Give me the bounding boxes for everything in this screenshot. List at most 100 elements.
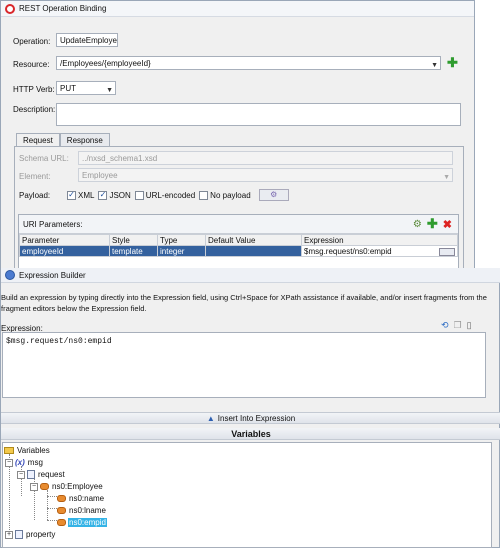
request-response-tabs: Request Response	[16, 133, 110, 147]
oracle-logo-icon	[5, 3, 15, 14]
payload-none-label: No payload	[210, 190, 251, 200]
folder-icon	[4, 447, 14, 454]
add-resource-icon[interactable]: ✚	[447, 56, 458, 69]
operation-field[interactable]: UpdateEmployee	[56, 33, 118, 47]
expression-builder-dialog: Expression Builder Build an expression b…	[0, 268, 500, 548]
add-parameter-icon[interactable]: ✚	[427, 217, 438, 230]
delete-parameter-icon[interactable]: ✖	[443, 218, 452, 231]
payload-urlencoded-checkbox[interactable]: URL-encoded	[134, 190, 196, 200]
element-combo[interactable]: Employee ▼	[78, 168, 453, 182]
uri-parameters-header: URI Parameters: ⚙ ✚ ✖	[19, 215, 458, 234]
payload-settings-icon[interactable]: ⚙	[258, 189, 289, 201]
tree-label: ns0:empid	[68, 518, 107, 527]
column-header[interactable]: Type	[157, 234, 206, 246]
tree-guide	[47, 490, 48, 520]
http-verb-value: PUT	[60, 84, 76, 93]
payload-json-label: JSON	[109, 190, 131, 200]
collapse-icon[interactable]: −	[17, 470, 25, 479]
tree-label: ns0:lname	[69, 506, 106, 515]
tree-node-lname[interactable]: ns0:lname	[57, 506, 107, 515]
resource-value: /Employees/{employeeId}	[60, 59, 151, 68]
gear-add-icon[interactable]: ⚙	[413, 219, 422, 230]
chevron-down-icon[interactable]: ▼	[443, 172, 450, 181]
tree-guide	[47, 520, 57, 521]
expression-builder-title: Expression Builder	[19, 270, 86, 280]
table-cell[interactable]: employeeId	[19, 245, 110, 257]
tree-guide	[47, 496, 57, 497]
column-header[interactable]: Expression	[301, 234, 458, 246]
refresh-icon[interactable]: ⟲	[441, 320, 449, 331]
collapse-icon[interactable]: −	[30, 482, 38, 491]
payload-urlencoded-label: URL-encoded	[145, 190, 196, 200]
tab-request[interactable]: Request	[16, 133, 60, 147]
tree-label: Variables	[17, 446, 50, 455]
tree-node-variables[interactable]: Variables	[4, 446, 51, 455]
rest-operation-binding-dialog: REST Operation Binding Operation: Update…	[0, 0, 475, 270]
variable-icon: (x)	[15, 458, 25, 467]
element-icon	[40, 483, 49, 490]
expression-field[interactable]: $msg.request/ns0:empid	[2, 332, 486, 398]
description-field[interactable]	[56, 103, 461, 126]
copy-icon[interactable]: ❐	[454, 320, 462, 331]
payload-label: Payload:	[19, 191, 51, 200]
column-header[interactable]: Default Value	[205, 234, 302, 246]
payload-options: ✓ XML ✓ JSON URL-encoded No payload ⚙	[67, 189, 289, 201]
table-row[interactable]: employeeId template integer $msg.request…	[19, 245, 458, 257]
chevron-down-icon[interactable]: ▼	[431, 60, 438, 69]
checkbox-json[interactable]: ✓	[98, 190, 108, 200]
tree-label: property	[26, 530, 56, 539]
table-cell[interactable]: template	[109, 245, 158, 257]
instructions-text: Build an expression by typing directly i…	[1, 293, 487, 313]
tree-node-property[interactable]: + property	[5, 530, 56, 539]
uri-parameters-title: URI Parameters:	[23, 219, 83, 229]
element-value: Employee	[82, 171, 118, 180]
tree-guide	[47, 508, 57, 509]
tree-node-name[interactable]: ns0:name	[57, 494, 105, 503]
variables-header-label: Variables	[231, 428, 271, 439]
expand-icon[interactable]: +	[5, 530, 13, 539]
tree-label: request	[38, 470, 65, 479]
uri-parameters-panel: URI Parameters: ⚙ ✚ ✖ Parameter Style Ty…	[18, 214, 459, 270]
element-label: Element:	[19, 172, 51, 181]
http-verb-label: HTTP Verb:	[13, 85, 55, 94]
insert-into-expression-button[interactable]: ▲ Insert Into Expression	[1, 412, 500, 424]
resource-combo[interactable]: /Employees/{employeeId} ▼	[56, 56, 441, 70]
expression-builder-title-bar: Expression Builder	[1, 268, 500, 283]
dialog-title: REST Operation Binding	[19, 4, 107, 13]
new-document-icon[interactable]: ▯	[467, 320, 472, 331]
column-header[interactable]: Style	[109, 234, 158, 246]
checkbox-no-payload[interactable]	[199, 190, 209, 200]
insert-arrow-icon: ▲	[206, 413, 215, 423]
expression-builder-icon	[5, 270, 15, 280]
tree-node-empid[interactable]: ns0:empid	[57, 518, 107, 527]
column-header[interactable]: Parameter	[19, 234, 110, 246]
table-cell[interactable]	[205, 245, 302, 257]
element-icon	[57, 495, 66, 502]
payload-none-checkbox[interactable]: No payload	[199, 190, 251, 200]
tree-node-msg[interactable]: − (x) msg	[5, 458, 44, 467]
tree-node-request[interactable]: − request	[17, 470, 66, 479]
variables-header[interactable]: Variables	[1, 428, 500, 440]
tab-response[interactable]: Response	[59, 133, 110, 147]
checkbox-xml[interactable]: ✓	[67, 190, 76, 200]
property-icon	[15, 530, 23, 539]
table-cell[interactable]: integer	[157, 245, 206, 257]
uri-parameters-table: Parameter Style Type Default Value Expre…	[19, 234, 458, 257]
payload-json-checkbox[interactable]: ✓ JSON	[98, 190, 131, 200]
payload-xml-checkbox[interactable]: ✓ XML	[67, 190, 94, 200]
dialog-title-bar: REST Operation Binding	[1, 1, 474, 17]
collapse-icon[interactable]: −	[5, 458, 13, 467]
expression-cell-value: $msg.request/ns0:empid	[304, 246, 392, 256]
checkbox-urlencoded[interactable]	[134, 190, 144, 200]
expression-toolbar: ⟲ ❐ ▯	[441, 320, 472, 331]
schema-url-label: Schema URL:	[19, 154, 69, 163]
tree-label: ns0:name	[69, 494, 105, 503]
operation-label: Operation:	[13, 37, 51, 46]
tree-node-employee[interactable]: − ns0:Employee	[30, 482, 104, 491]
table-cell-expression[interactable]: $msg.request/ns0:empid	[301, 245, 458, 257]
expression-builder-icon[interactable]	[439, 247, 455, 256]
description-label: Description:	[13, 105, 56, 114]
schema-url-field[interactable]: ../nxsd_schema1.xsd	[78, 151, 453, 165]
chevron-down-icon[interactable]: ▼	[106, 85, 113, 94]
http-verb-combo[interactable]: PUT ▼	[56, 81, 116, 95]
